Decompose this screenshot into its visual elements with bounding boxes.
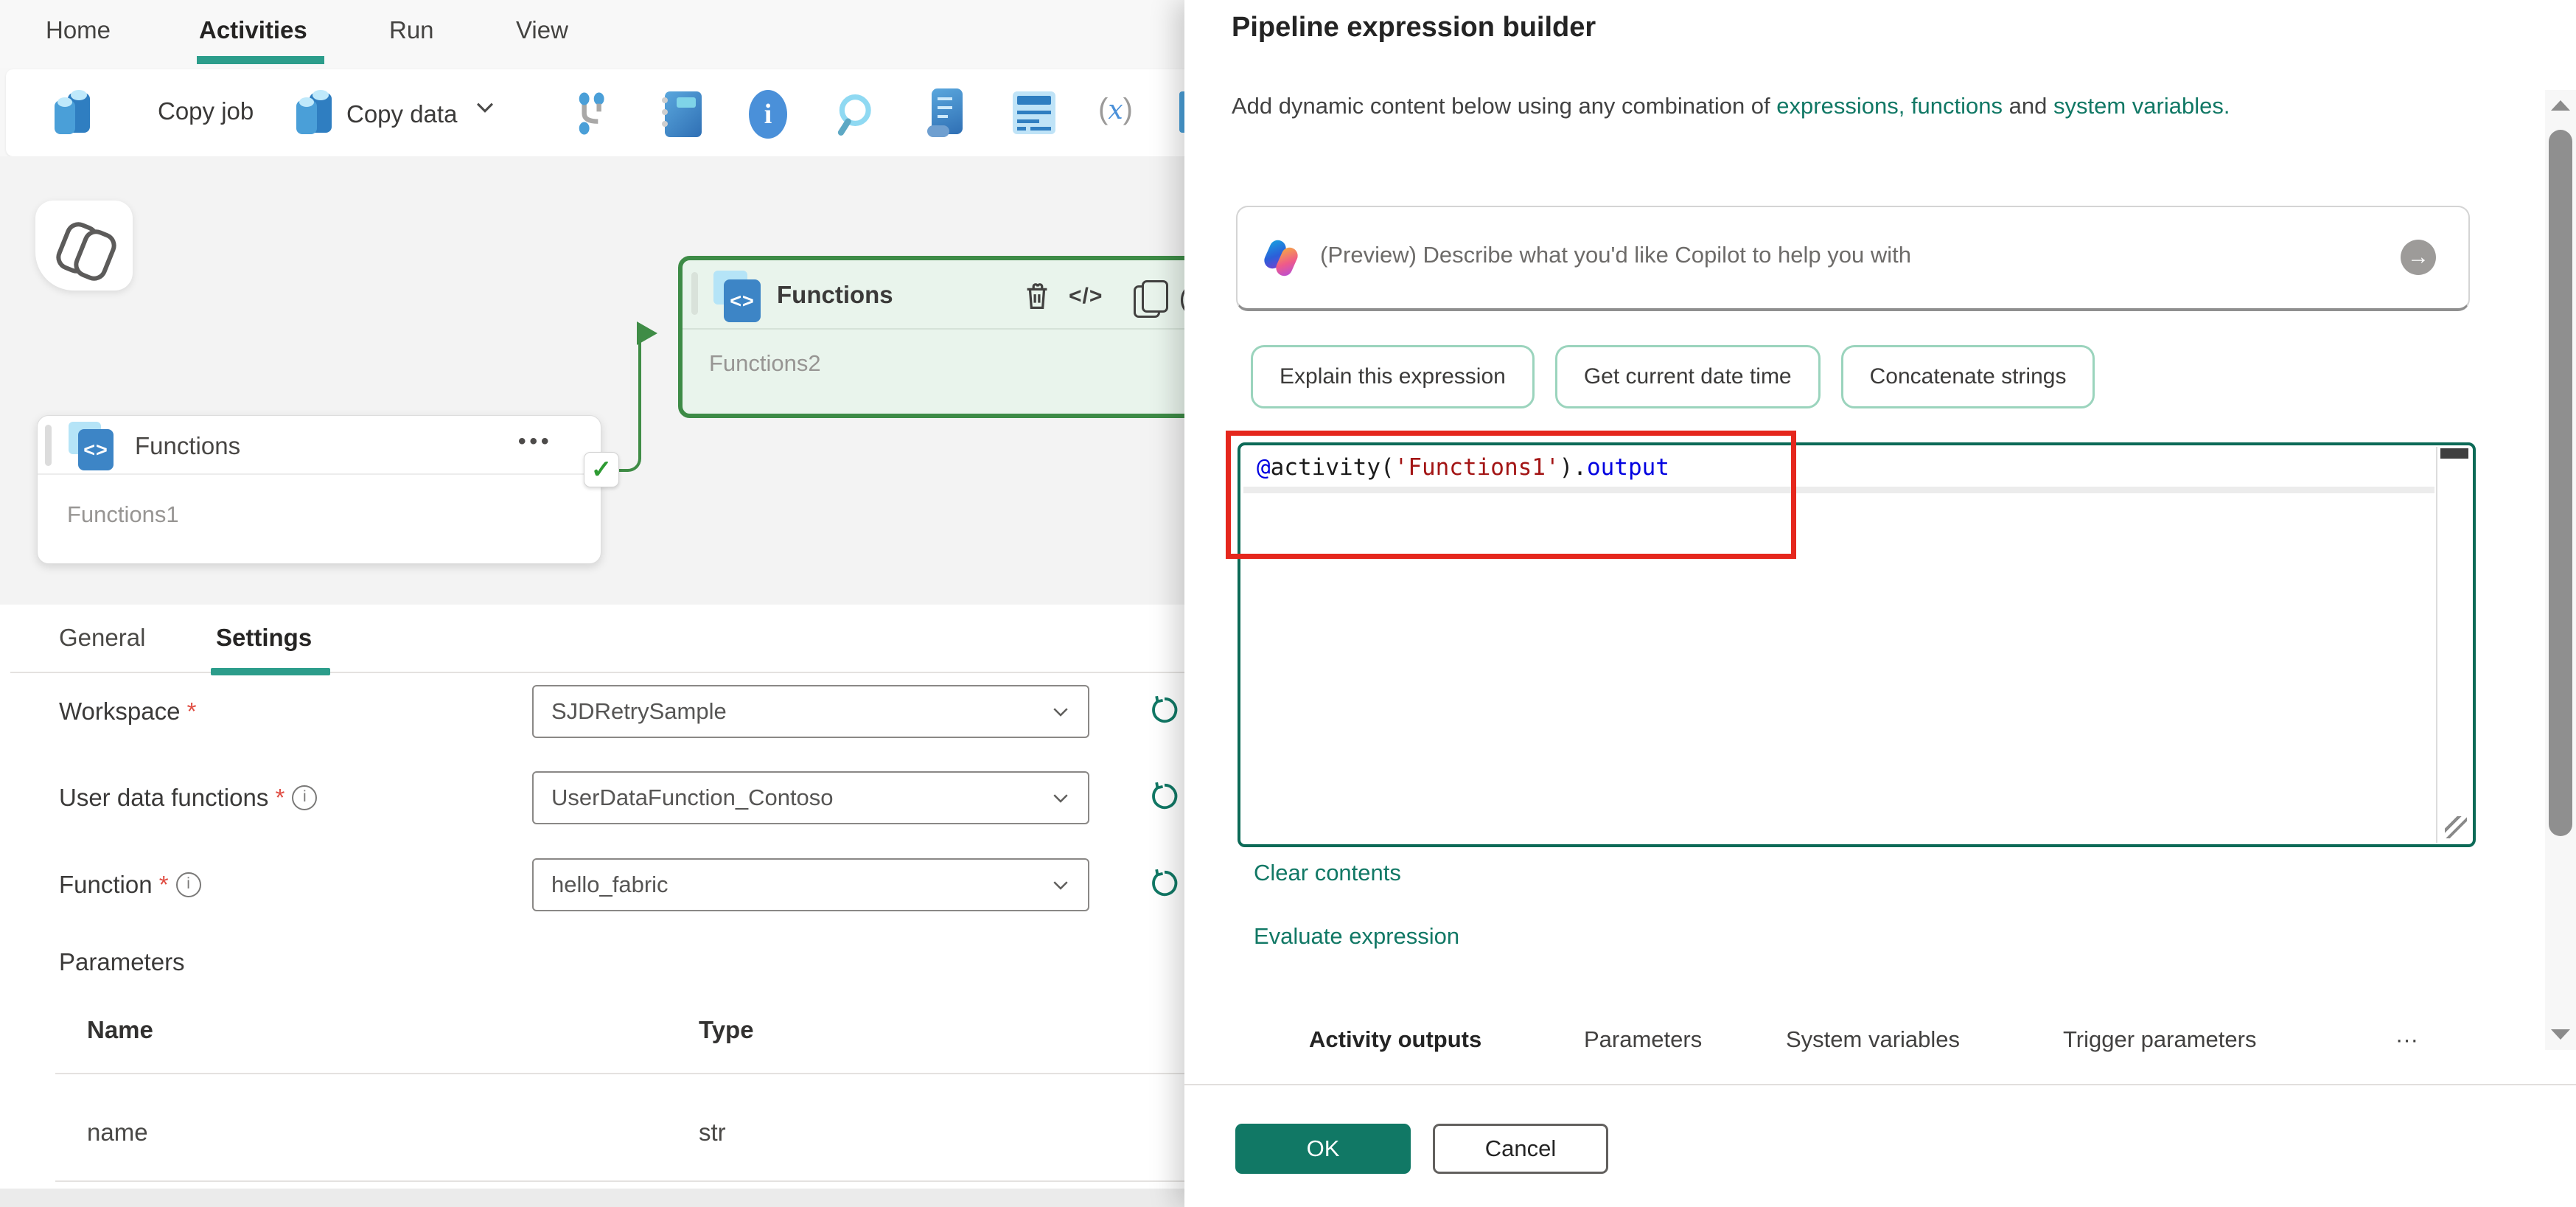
script-icon[interactable] <box>927 88 967 139</box>
expression-builder-panel: Pipeline expression builder Add dynamic … <box>1184 0 2576 1207</box>
workspace-dropdown[interactable]: SJDRetrySample <box>532 685 1089 738</box>
param-row-name: name <box>87 1119 148 1146</box>
chevron-down-icon <box>1053 881 1068 890</box>
search-icon[interactable] <box>833 90 882 139</box>
panel-scrollbar-thumb[interactable] <box>2549 130 2572 836</box>
tab-system-variables[interactable]: System variables <box>1786 1026 1960 1053</box>
expressions-link[interactable]: expressions, <box>1776 93 1905 119</box>
function-dropdown[interactable]: hello_fabric <box>532 858 1089 911</box>
activity-title: Functions <box>135 432 241 459</box>
column-header-type: Type <box>699 1016 754 1043</box>
activity-title: Functions <box>777 281 893 308</box>
panel-title: Pipeline expression builder <box>1232 12 1596 43</box>
info-icon: i <box>292 785 318 810</box>
app-root: Home Activities Run View Copy job Copy d… <box>0 0 2576 1207</box>
system-variables-link[interactable]: system variables. <box>2053 93 2230 119</box>
more-options-icon[interactable]: ••• <box>518 429 553 454</box>
copy-icon[interactable] <box>1134 280 1168 318</box>
drag-handle[interactable] <box>45 425 52 466</box>
editor-scrollbar-thumb[interactable] <box>2440 448 2468 459</box>
suggestion-explain-expression[interactable]: Explain this expression <box>1251 345 1535 408</box>
activity-card-functions1[interactable]: <> Functions ••• Functions1 <box>37 415 601 564</box>
refresh-icon[interactable] <box>1147 692 1182 728</box>
annotation-highlight-box <box>1226 431 1796 559</box>
workspace-label: Workspace * <box>59 698 197 725</box>
tab-general[interactable]: General <box>59 624 145 652</box>
column-header-name: Name <box>87 1016 153 1043</box>
ribbon-toolbar: Copy job Copy data i (x) <box>6 69 1246 156</box>
resize-handle[interactable] <box>2445 816 2467 838</box>
menu-item-view[interactable]: View <box>516 16 568 44</box>
tab-activity-outputs[interactable]: Activity outputs <box>1309 1026 1481 1053</box>
function-fx-icon[interactable]: (x) <box>1098 93 1133 126</box>
copy-job-button[interactable]: Copy job <box>52 88 254 134</box>
canvas-copilot-button[interactable] <box>35 201 133 291</box>
success-output-port[interactable]: ✓ <box>584 452 619 487</box>
clear-contents-link[interactable]: Clear contents <box>1254 860 1401 886</box>
list-form-icon[interactable] <box>1013 91 1057 136</box>
menu-item-activities[interactable]: Activities <box>199 16 307 44</box>
tab-parameters[interactable]: Parameters <box>1584 1026 1702 1053</box>
info-icon[interactable]: i <box>749 90 787 139</box>
functions-link[interactable]: functions <box>1911 93 2003 119</box>
drag-handle[interactable] <box>691 272 698 315</box>
cancel-button[interactable]: Cancel <box>1433 1124 1608 1174</box>
copilot-icon <box>1261 237 1301 279</box>
tab-settings[interactable]: Settings <box>216 624 312 652</box>
chevron-down-icon <box>476 102 493 113</box>
refresh-icon[interactable] <box>1147 866 1182 901</box>
parameters-heading: Parameters <box>59 948 185 975</box>
activity-name: Functions1 <box>67 501 179 527</box>
evaluate-expression-link[interactable]: Evaluate expression <box>1254 923 1459 950</box>
chevron-down-icon <box>1053 794 1068 803</box>
connector-arrowhead <box>637 321 657 345</box>
activity-name: Functions2 <box>709 350 821 376</box>
user-data-functions-dropdown[interactable]: UserDataFunction_Contoso <box>532 771 1089 824</box>
copy-data-icon <box>293 88 336 136</box>
copy-job-label: Copy job <box>158 97 254 125</box>
active-tab-underline <box>211 668 330 675</box>
arrow-right-icon: → <box>2407 245 2429 269</box>
delete-icon[interactable] <box>1020 278 1054 315</box>
code-icon[interactable]: </> <box>1069 284 1103 309</box>
copilot-prompt-box[interactable]: (Preview) Describe what you'd like Copil… <box>1236 206 2470 311</box>
info-icon: i <box>175 872 201 897</box>
function-label: Function * i <box>59 871 201 899</box>
copilot-placeholder: (Preview) Describe what you'd like Copil… <box>1320 242 1911 268</box>
tab-trigger-parameters[interactable]: Trigger parameters <box>2063 1026 2256 1053</box>
branch-icon[interactable] <box>570 90 618 137</box>
copy-data-label: Copy data <box>346 100 458 128</box>
menu-item-home[interactable]: Home <box>46 16 111 44</box>
ok-button[interactable]: OK <box>1235 1124 1411 1174</box>
notebook-icon[interactable] <box>660 91 702 137</box>
param-row-type: str <box>699 1119 726 1146</box>
scroll-down-icon[interactable] <box>2551 1029 2570 1040</box>
copy-data-button[interactable]: Copy data <box>293 88 498 134</box>
submit-arrow-button[interactable]: → <box>2401 240 2436 275</box>
refresh-icon[interactable] <box>1147 779 1182 814</box>
menu-item-run[interactable]: Run <box>389 16 434 44</box>
panel-description: Add dynamic content below using any comb… <box>1232 93 2230 119</box>
connector-line <box>616 333 641 472</box>
copy-job-icon <box>52 88 94 136</box>
chevron-down-icon <box>1053 708 1068 717</box>
suggestion-concatenate-strings[interactable]: Concatenate strings <box>1840 345 2095 408</box>
copilot-suggestions: Explain this expression Get current date… <box>1251 345 2095 408</box>
active-tab-underline <box>197 56 324 64</box>
suggestion-get-current-date-time[interactable]: Get current date time <box>1554 345 1821 408</box>
check-icon: ✓ <box>590 456 612 484</box>
scroll-up-icon[interactable] <box>2551 100 2570 111</box>
more-tabs-icon[interactable]: ··· <box>2395 1026 2418 1053</box>
user-data-functions-label: User data functions * i <box>59 784 318 812</box>
